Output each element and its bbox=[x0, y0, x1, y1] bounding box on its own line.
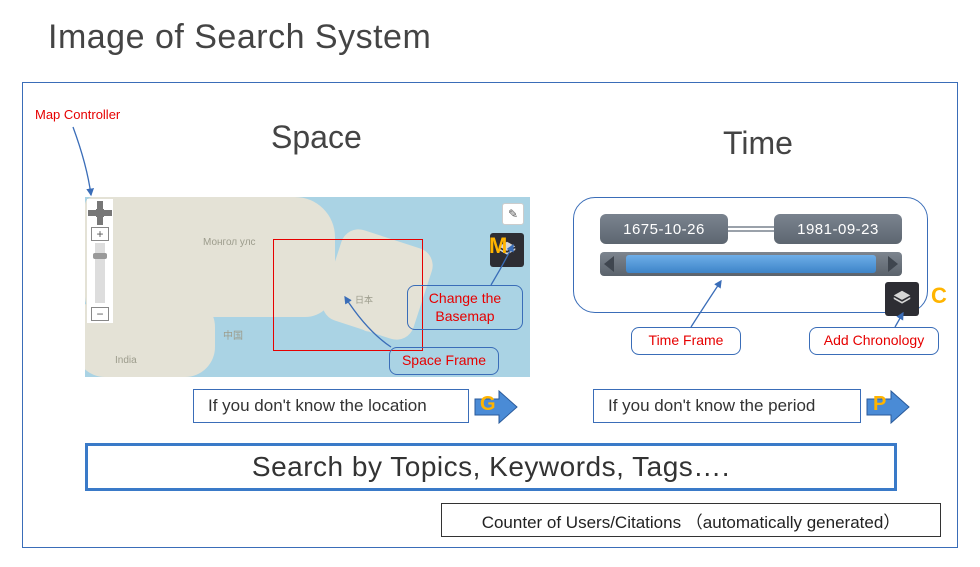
callout-arrow-icon bbox=[339, 291, 399, 351]
callout-arrow-icon bbox=[687, 277, 727, 331]
hint-unknown-period: If you don't know the period bbox=[593, 389, 861, 423]
map-controller-label: Map Controller bbox=[35, 107, 120, 122]
callout-arrow-icon bbox=[489, 241, 519, 287]
pencil-icon: ✎ bbox=[508, 207, 518, 221]
hint-arrow-period[interactable] bbox=[865, 389, 911, 425]
main-panel: Map Controller Space Time Монгол улс 中国 … bbox=[22, 82, 958, 548]
hint-unknown-location: If you don't know the location bbox=[193, 389, 469, 423]
callout-space-frame: Space Frame bbox=[389, 347, 499, 375]
map-label-mongolia: Монгол улс bbox=[203, 237, 256, 248]
callout-change-basemap: Change the Basemap bbox=[407, 285, 523, 330]
map-label-china: 中国 bbox=[223, 327, 243, 342]
slider-fill bbox=[626, 255, 876, 273]
space-heading: Space bbox=[271, 119, 362, 156]
letter-g-label: G bbox=[480, 393, 496, 416]
start-date-pill[interactable]: 1675-10-26 bbox=[600, 214, 728, 244]
date-connector bbox=[728, 226, 774, 232]
callout-arrow-icon bbox=[891, 311, 911, 331]
zoom-in-button[interactable]: + bbox=[91, 227, 109, 241]
arrow-right-icon bbox=[865, 389, 911, 425]
arrow-map-controller-icon bbox=[67, 125, 101, 205]
pan-control-icon[interactable] bbox=[88, 201, 112, 225]
callout-time-frame: Time Frame bbox=[631, 327, 741, 355]
end-date-pill[interactable]: 1981-09-23 bbox=[774, 214, 902, 244]
slider-right-arrow-icon[interactable] bbox=[888, 256, 898, 272]
edit-button[interactable]: ✎ bbox=[502, 203, 524, 225]
slider-left-arrow-icon[interactable] bbox=[604, 256, 614, 272]
counter-box: Counter of Users/Citations （automaticall… bbox=[441, 503, 941, 537]
zoom-out-button[interactable]: − bbox=[91, 307, 109, 321]
letter-c-label: C bbox=[931, 283, 947, 309]
letter-p-label: P bbox=[873, 393, 886, 416]
page-title: Image of Search System bbox=[0, 0, 980, 67]
map-label-india: India bbox=[115, 355, 137, 366]
layers-icon bbox=[891, 288, 913, 310]
time-heading: Time bbox=[723, 125, 793, 162]
callout-add-chronology: Add Chronology bbox=[809, 327, 939, 355]
map-zoom-control[interactable]: + − bbox=[87, 199, 113, 323]
time-panel: 1675-10-26 1981-09-23 bbox=[573, 197, 928, 313]
search-input[interactable]: Search by Topics, Keywords, Tags…. bbox=[85, 443, 897, 491]
time-slider[interactable] bbox=[600, 252, 902, 276]
zoom-slider[interactable] bbox=[95, 243, 105, 303]
